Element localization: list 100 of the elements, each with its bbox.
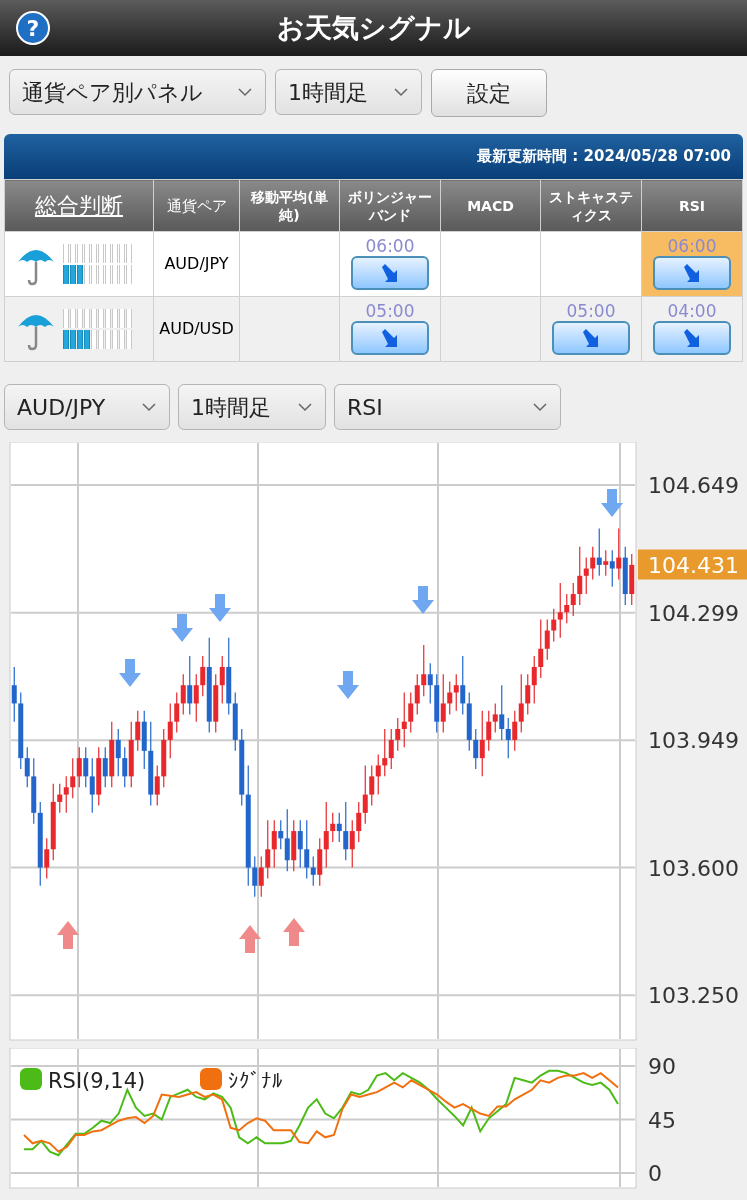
- signal-button[interactable]: [351, 321, 429, 355]
- column-header: ストキャスティクス: [540, 179, 642, 232]
- chevron-down-icon: [532, 402, 548, 412]
- candlestick: [388, 728, 394, 770]
- candlestick: [492, 702, 498, 734]
- chevron-down-icon: [141, 402, 157, 412]
- candlestick: [603, 549, 609, 577]
- candlestick: [297, 819, 303, 869]
- candlestick: [89, 757, 95, 814]
- signal-time: 04:00: [667, 301, 717, 321]
- candlestick: [616, 527, 622, 581]
- candlestick: [583, 556, 589, 595]
- signal-time: 05:00: [365, 301, 415, 321]
- candlestick: [427, 662, 433, 705]
- candlestick: [590, 546, 596, 581]
- window-title: お天気シグナル: [276, 10, 471, 45]
- candlestick: [421, 644, 427, 697]
- candlestick: [401, 691, 407, 748]
- chevron-down-icon: [237, 87, 253, 97]
- dropdown-select[interactable]: RSI: [334, 384, 561, 430]
- candlestick: [304, 819, 310, 880]
- buy-arrow-icon: [57, 921, 79, 949]
- column-header: 通貨ペア: [153, 179, 240, 232]
- candlestick: [323, 801, 329, 869]
- candlestick: [544, 618, 550, 661]
- price-axis-label: 104.299: [648, 600, 739, 626]
- price-axis-label: 103.949: [648, 728, 739, 754]
- signal-button[interactable]: [653, 256, 731, 290]
- candlestick: [609, 549, 615, 588]
- candlestick: [551, 608, 557, 643]
- candlestick: [473, 728, 479, 770]
- candlestick: [343, 801, 349, 861]
- candlestick: [330, 812, 336, 843]
- candlestick: [44, 837, 50, 880]
- sell-arrow-icon: [209, 594, 231, 622]
- dropdown-select[interactable]: AUD/JPY: [4, 384, 170, 430]
- candlestick: [349, 819, 355, 869]
- candlestick: [258, 855, 264, 898]
- update-time: 最新更新時間 : 2024/05/28 07:00: [477, 146, 731, 168]
- legend-label: ｼｸﾞﾅﾙ: [228, 1069, 283, 1093]
- signal-time: 06:00: [365, 236, 415, 256]
- column-header: ボリンジャーバンド: [339, 179, 441, 232]
- chevron-down-icon: [297, 402, 313, 412]
- candlestick: [453, 673, 459, 712]
- dropdown-select[interactable]: 1時間足: [275, 69, 422, 115]
- price-axis-label: 103.600: [648, 855, 739, 881]
- candlestick: [557, 582, 563, 639]
- candlestick: [200, 655, 206, 697]
- candlestick: [479, 710, 485, 777]
- candlestick: [440, 673, 446, 734]
- candlestick: [122, 746, 128, 788]
- sell-arrow-icon: [412, 586, 434, 614]
- signal-button[interactable]: [653, 321, 731, 355]
- candlestick: [531, 655, 537, 705]
- meter-track: [63, 309, 133, 328]
- help-button[interactable]: ?: [16, 11, 50, 45]
- candlestick: [63, 775, 69, 814]
- candlestick: [512, 710, 518, 752]
- candlestick: [369, 764, 375, 807]
- candlestick: [167, 702, 173, 759]
- rsi-axis-label: 0: [648, 1161, 662, 1186]
- pair-cell: AUD/JPY: [153, 231, 240, 297]
- candlestick: [187, 655, 193, 715]
- candlestick: [252, 855, 258, 898]
- candlestick: [83, 746, 89, 788]
- candlestick: [115, 728, 121, 777]
- candlestick: [193, 673, 199, 723]
- candlestick: [499, 684, 505, 741]
- candlestick: [265, 819, 271, 880]
- candlestick: [518, 673, 524, 734]
- candlestick: [135, 710, 141, 752]
- candlestick: [102, 746, 108, 788]
- candlestick: [24, 746, 30, 788]
- column-header: 移動平均(単純): [239, 179, 340, 232]
- price-axis-label: 104.649: [648, 473, 739, 499]
- signal-time: 06:00: [667, 236, 717, 256]
- candlestick: [460, 655, 466, 715]
- signal-button[interactable]: [552, 321, 630, 355]
- legend-label: RSI(9,14): [48, 1069, 146, 1093]
- buy-arrow-icon: [283, 918, 305, 946]
- candlestick: [505, 717, 511, 759]
- candlestick: [336, 812, 342, 843]
- sell-arrow-icon: [337, 671, 359, 699]
- settings-button[interactable]: 設定: [431, 69, 547, 117]
- candlestick: [375, 753, 381, 796]
- dropdown-select[interactable]: 1時間足: [178, 384, 326, 430]
- dropdown-select[interactable]: 通貨ペア別パネル: [9, 69, 266, 115]
- column-header: MACD: [440, 179, 541, 232]
- candlestick: [414, 673, 420, 715]
- candlestick: [11, 666, 17, 723]
- candlestick: [408, 691, 414, 734]
- candlestick: [570, 582, 576, 617]
- candlestick: [310, 855, 316, 887]
- candlestick: [76, 746, 82, 788]
- sell-arrow-icon: [171, 614, 193, 642]
- candlestick: [596, 527, 602, 577]
- candlestick: [525, 673, 531, 715]
- chevron-down-icon: [393, 87, 409, 97]
- signal-button[interactable]: [351, 256, 429, 290]
- candlestick: [382, 728, 388, 777]
